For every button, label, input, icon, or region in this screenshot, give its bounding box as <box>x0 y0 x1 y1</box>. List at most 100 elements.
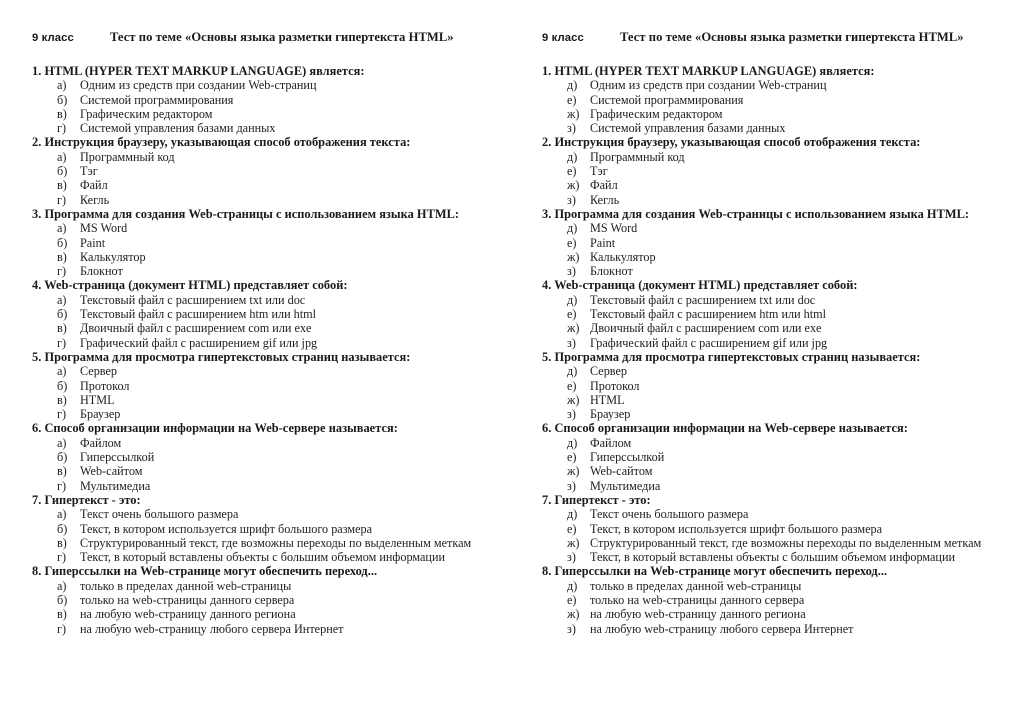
question-text: 3. Программа для создания Web-страницы с… <box>32 206 459 221</box>
option-list: д) только в пределах данной web-страницы е… <box>542 579 1000 636</box>
option-item[interactable]: г) Блокнот <box>32 264 494 278</box>
question-block: 3. Программа для создания Web-страницы с… <box>32 207 494 278</box>
option-item[interactable]: з) на любую web-страницу любого сервера И… <box>542 622 1000 636</box>
option-letter: д) <box>567 364 578 379</box>
option-item[interactable]: б) Текстовый файл с расширением htm или h… <box>32 307 494 321</box>
option-item[interactable]: ж) Двоичный файл с расширением com или ex… <box>542 321 1000 335</box>
option-item[interactable]: з) Графический файл с расширением gif или… <box>542 336 1000 350</box>
option-letter: б) <box>57 164 68 179</box>
option-item[interactable]: з) Браузер <box>542 407 1000 421</box>
option-letter: г) <box>57 478 67 493</box>
option-item[interactable]: е) только на web-страницы данного сервера <box>542 593 1000 607</box>
option-letter: д) <box>567 507 578 522</box>
option-item[interactable]: д) Сервер <box>542 364 1000 378</box>
option-text: Гиперссылкой <box>80 450 155 465</box>
option-item[interactable]: ж) Файл <box>542 178 1000 192</box>
option-item[interactable]: е) Протокол <box>542 379 1000 393</box>
option-item[interactable]: г) Мультимедиа <box>32 479 494 493</box>
option-item[interactable]: б) Системой программирования <box>32 93 494 107</box>
option-text: Сервер <box>80 364 118 379</box>
option-letter: а) <box>57 149 67 164</box>
option-item[interactable]: в) на любую web-страницу данного региона <box>32 607 494 621</box>
option-item[interactable]: г) на любую web-страницу любого сервера И… <box>32 622 494 636</box>
option-letter: б) <box>57 235 68 250</box>
option-item[interactable]: ж) Web-сайтом <box>542 464 1000 478</box>
option-item[interactable]: в) Структурированный текст, где возможны … <box>32 536 494 550</box>
option-item[interactable]: е) Системой программирования <box>542 93 1000 107</box>
option-item[interactable]: д) Файлом <box>542 436 1000 450</box>
option-letter: е) <box>567 307 577 322</box>
option-item[interactable]: а) Одним из средств при создании Web-стра… <box>32 78 494 92</box>
option-item[interactable]: е) Гиперссылкой <box>542 450 1000 464</box>
option-text: Сервер <box>590 364 628 379</box>
option-item[interactable]: б) Протокол <box>32 379 494 393</box>
option-item[interactable]: б) только на web-страницы данного сервера <box>32 593 494 607</box>
option-item[interactable]: а) Файлом <box>32 436 494 450</box>
option-item[interactable]: д) только в пределах данной web-страницы <box>542 579 1000 593</box>
option-item[interactable]: е) Текст, в котором используется шрифт бо… <box>542 522 1000 536</box>
option-letter: з) <box>567 192 576 207</box>
option-item[interactable]: е) Тэг <box>542 164 1000 178</box>
option-item[interactable]: а) Программный код <box>32 150 494 164</box>
option-letter: в) <box>57 321 67 336</box>
option-text: Структурированный текст, где возможны пе… <box>80 535 472 550</box>
option-item[interactable]: г) Браузер <box>32 407 494 421</box>
option-item[interactable]: г) Текст, в который вставлены объекты с б… <box>32 550 494 564</box>
option-item[interactable]: е) Paint <box>542 236 1000 250</box>
option-item[interactable]: а) Сервер <box>32 364 494 378</box>
option-item[interactable]: в) Графическим редактором <box>32 107 494 121</box>
option-letter: з) <box>567 264 576 279</box>
option-item[interactable]: з) Блокнот <box>542 264 1000 278</box>
grade-label: 9 класс <box>542 32 584 44</box>
option-item[interactable]: а) Текстовый файл с расширением txt или d… <box>32 293 494 307</box>
question-text: 4. Web-страница (документ HTML) представ… <box>32 278 348 293</box>
option-item[interactable]: д) Текст очень большого размера <box>542 507 1000 521</box>
option-letter: в) <box>57 535 67 550</box>
option-text: Двоичный файл с расширением com или exe <box>590 321 822 336</box>
option-letter: д) <box>567 149 578 164</box>
option-text: MS Word <box>590 221 638 236</box>
option-letter: г) <box>57 550 67 565</box>
option-item[interactable]: ж) Калькулятор <box>542 250 1000 264</box>
option-item[interactable]: г) Графический файл с расширением gif или… <box>32 336 494 350</box>
option-item[interactable]: д) Программный код <box>542 150 1000 164</box>
option-item[interactable]: е) Текстовый файл с расширением htm или h… <box>542 307 1000 321</box>
option-item[interactable]: з) Кегль <box>542 193 1000 207</box>
option-text: Текст очень большого размера <box>80 507 239 522</box>
option-item[interactable]: ж) на любую web-страницу данного региона <box>542 607 1000 621</box>
option-text: Paint <box>80 235 106 250</box>
question-text: 8. Гиперссылки на Web-странице могут обе… <box>542 564 888 579</box>
option-item[interactable]: б) Тэг <box>32 164 494 178</box>
question-block: 5. Программа для просмотра гипертекстовы… <box>542 350 1000 421</box>
question-block: 3. Программа для создания Web-страницы с… <box>542 207 1000 278</box>
option-list: а) MS Word б) Paint в) Калькулятор г) Блокнот <box>32 221 494 278</box>
option-item[interactable]: д) Одним из средств при создании Web-стра… <box>542 78 1000 92</box>
option-item[interactable]: в) Двоичный файл с расширением com или ex… <box>32 321 494 335</box>
option-item[interactable]: г) Системой управления базами данных <box>32 121 494 135</box>
option-item[interactable]: з) Текст, в который вставлены объекты с б… <box>542 550 1000 564</box>
option-item[interactable]: ж) Структурированный текст, где возможны … <box>542 536 1000 550</box>
option-text: только в пределах данной web-страницы <box>590 578 802 593</box>
option-item[interactable]: б) Paint <box>32 236 494 250</box>
option-item[interactable]: б) Гиперссылкой <box>32 450 494 464</box>
option-text: Блокнот <box>80 264 123 279</box>
option-item[interactable]: в) HTML <box>32 393 494 407</box>
option-text: Протокол <box>590 378 640 393</box>
option-item[interactable]: з) Мультимедиа <box>542 479 1000 493</box>
option-letter: г) <box>57 335 67 350</box>
option-letter: д) <box>567 435 578 450</box>
option-text: Текстовый файл с расширением htm или htm… <box>80 307 317 322</box>
option-item[interactable]: а) Текст очень большого размера <box>32 507 494 521</box>
option-item[interactable]: ж) HTML <box>542 393 1000 407</box>
option-item[interactable]: д) MS Word <box>542 221 1000 235</box>
option-item[interactable]: д) Текстовый файл с расширением txt или d… <box>542 293 1000 307</box>
option-item[interactable]: ж) Графическим редактором <box>542 107 1000 121</box>
option-item[interactable]: а) MS Word <box>32 221 494 235</box>
option-item[interactable]: а) только в пределах данной web-страницы <box>32 579 494 593</box>
option-item[interactable]: г) Кегль <box>32 193 494 207</box>
option-item[interactable]: б) Текст, в котором используется шрифт бо… <box>32 522 494 536</box>
option-item[interactable]: в) Файл <box>32 178 494 192</box>
option-item[interactable]: в) Web-сайтом <box>32 464 494 478</box>
option-item[interactable]: з) Системой управления базами данных <box>542 121 1000 135</box>
option-item[interactable]: в) Калькулятор <box>32 250 494 264</box>
